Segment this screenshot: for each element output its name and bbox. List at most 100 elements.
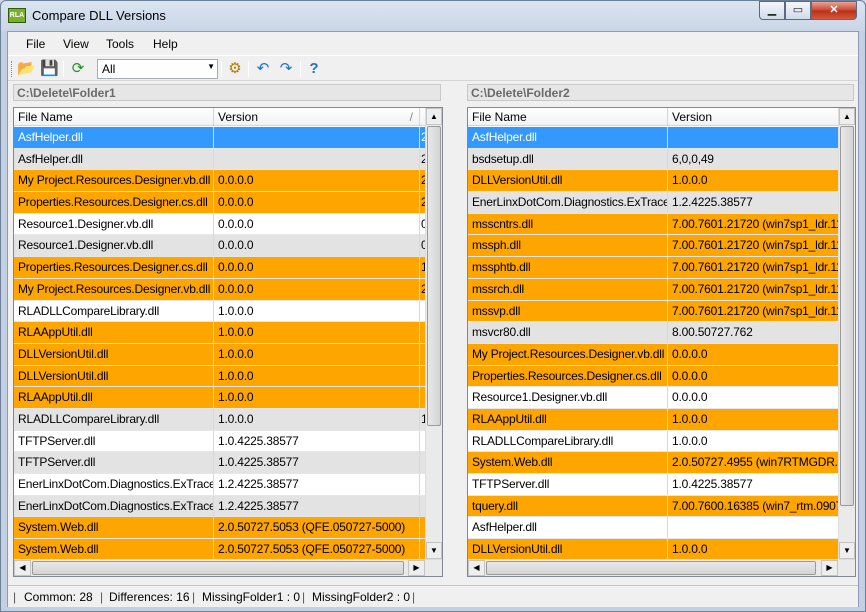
menu-file[interactable]: File <box>26 37 45 51</box>
file-name-cell: RLAAppUtil.dll <box>14 387 214 409</box>
table-row[interactable]: AsfHelper.dll2 <box>14 127 426 149</box>
compare-icon[interactable]: ⚙ <box>226 60 244 78</box>
table-row[interactable]: bsdsetup.dll 6,0,0,49 <box>468 148 839 171</box>
right-col-file-name[interactable]: File Name <box>468 108 668 126</box>
table-row[interactable]: Resource1.Designer.vb.dll0.0.0.00 <box>14 213 426 236</box>
table-row[interactable]: RLAAppUtil.dll 1.0.0.0 <box>468 408 839 431</box>
table-row[interactable]: EnerLinxDotCom.Diagnostics.ExTrace.dll 1.… <box>14 474 426 496</box>
table-row[interactable]: RLADLLCompareLibrary.dll 1.0.0.0 <box>14 300 426 323</box>
right-hscroll-thumb[interactable] <box>486 561 816 575</box>
table-row[interactable]: AsfHelper.dll2 <box>14 148 426 171</box>
table-row[interactable]: RLADLLCompareLibrary.dll 1.0.0.0 <box>468 430 839 453</box>
scroll-right-arrow-icon[interactable]: ▶ <box>408 560 425 576</box>
table-row[interactable]: DLLVersionUtil.dll 1.0.0.0 <box>468 170 839 193</box>
table-row[interactable]: DLLVersionUtil.dll 1.0.0.0 <box>14 343 426 366</box>
table-row[interactable]: Properties.Resources.Designer.cs.dll 0.0.… <box>14 257 426 279</box>
scroll-up-arrow-icon[interactable]: ▲ <box>839 108 855 125</box>
table-row[interactable]: RLADLLCompareLibrary.dll1.0.0.01 <box>14 408 426 431</box>
table-row[interactable]: EnerLinxDotCom.Diagnostics.ExTrace.dll 1.… <box>14 495 426 518</box>
table-row[interactable]: AsfHelper.dll <box>468 517 839 540</box>
save-icon[interactable]: 💾 <box>40 60 59 78</box>
status-separator: | <box>192 590 196 604</box>
version-cell: 1.0.4225.38577 <box>214 430 420 452</box>
version-cell: 1.0.0.0 <box>214 300 420 322</box>
table-row[interactable]: AsfHelper.dll <box>468 127 839 149</box>
file-name-cell: RLADLLCompareLibrary.dll <box>14 408 214 430</box>
scroll-right-arrow-icon[interactable]: ▶ <box>821 560 838 576</box>
table-row[interactable]: My Project.Resources.Designer.vb.dll 0.0.… <box>14 278 426 301</box>
open-folder-icon[interactable]: 📂 <box>17 60 36 78</box>
panel-splitter[interactable] <box>444 107 464 577</box>
left-file-grid[interactable]: File Name Version / AsfHelper.dll2AsfHel… <box>13 107 443 577</box>
redo-icon[interactable]: ↷ <box>277 60 295 78</box>
file-name-cell: tquery.dll <box>468 495 668 517</box>
table-row[interactable]: System.Web.dll 2.0.50727.5053 (QFE.050727… <box>14 517 426 540</box>
left-col-version[interactable]: Version / <box>214 108 420 126</box>
table-row[interactable]: tquery.dll7.00.7600.16385 (win7_rtm.0907… <box>468 495 839 518</box>
maximize-button[interactable]: ▭ <box>785 1 811 20</box>
right-vscroll-thumb[interactable] <box>840 126 854 506</box>
table-row[interactable]: System.Web.dll 2.0.50727.4955 (win7RTMGDR… <box>468 452 839 474</box>
version-cell <box>668 517 839 539</box>
table-row[interactable]: System.Web.dll 2.0.50727.5053 (QFE.050727… <box>14 539 426 561</box>
table-row[interactable]: DLLVersionUtil.dll 1.0.0.0 <box>14 365 426 388</box>
menu-view[interactable]: View <box>63 37 89 51</box>
table-row[interactable]: Resource1.Designer.vb.dll 0.0.0.0 <box>468 387 839 409</box>
scroll-up-arrow-icon[interactable]: ▲ <box>426 108 442 125</box>
table-row[interactable]: My Project.Resources.Designer.vb.dll 0.0.… <box>468 343 839 366</box>
left-rows: AsfHelper.dll2AsfHelper.dll2My Project.R… <box>14 127 426 561</box>
version-cell: 1.0.0.0 <box>214 322 420 344</box>
table-row[interactable]: DLLVersionUtil.dll 1.0.0.0 <box>468 539 839 561</box>
table-row[interactable]: Resource1.Designer.vb.dll0.0.0.00 <box>14 235 426 258</box>
table-row[interactable]: EnerLinxDotCom.Diagnostics.ExTrace.dll 1.… <box>468 192 839 214</box>
undo-icon[interactable]: ↶ <box>254 60 272 78</box>
table-row[interactable]: TFTPServer.dll 1.0.4225.38577 <box>14 452 426 474</box>
scroll-down-arrow-icon[interactable]: ▼ <box>839 542 855 559</box>
menu-bar: File View Tools Help <box>8 34 858 54</box>
file-name-cell: My Project.Resources.Designer.vb.dll <box>14 170 214 192</box>
toolbar-grip[interactable] <box>11 61 13 77</box>
left-col-file-name[interactable]: File Name <box>14 108 214 126</box>
scroll-down-arrow-icon[interactable]: ▼ <box>426 542 442 559</box>
right-horizontal-scrollbar[interactable]: ◀ ▶ <box>468 559 855 576</box>
table-row[interactable]: My Project.Resources.Designer.vb.dll 0.0.… <box>14 170 426 193</box>
help-icon[interactable]: ? <box>305 60 323 78</box>
version-cell: 0.0.0.0 <box>214 235 420 257</box>
left-hscroll-thumb[interactable] <box>32 561 404 575</box>
scroll-left-arrow-icon[interactable]: ◀ <box>468 560 485 576</box>
right-folder-path: C:\Delete\Folder2 <box>467 84 854 101</box>
filter-dropdown[interactable]: All ▼ <box>97 59 218 79</box>
table-row[interactable]: TFTPServer.dll 1.0.4225.38577 <box>14 430 426 453</box>
left-vertical-scrollbar[interactable]: ▲ ▼ <box>425 108 442 559</box>
file-name-cell: AsfHelper.dll <box>14 148 214 170</box>
file-name-cell: mssph.dll <box>468 235 668 257</box>
table-row[interactable]: msvcr80.dll 8.00.50727.762 <box>468 322 839 344</box>
file-name-cell: EnerLinxDotCom.Diagnostics.ExTrace.dll <box>14 474 214 495</box>
scroll-left-arrow-icon[interactable]: ◀ <box>14 560 31 576</box>
table-row[interactable]: mssph.dll 7.00.7601.21720 (win7sp1_ldr.11… <box>468 235 839 258</box>
app-window: RLA Compare DLL Versions ▁ ▭ ✕ File View… <box>0 0 866 612</box>
right-file-grid[interactable]: File Name Version AsfHelper.dll bsdsetup.… <box>467 107 856 577</box>
refresh-icon[interactable]: ⟳ <box>69 60 87 78</box>
table-row[interactable]: RLAAppUtil.dll 1.0.0.0 <box>14 322 426 344</box>
left-horizontal-scrollbar[interactable]: ◀ ▶ <box>14 559 442 576</box>
table-row[interactable]: msscntrs.dll 7.00.7601.21720 (win7sp1_ldr… <box>468 213 839 236</box>
table-row[interactable]: Properties.Resources.Designer.cs.dll 0.0.… <box>468 365 839 388</box>
table-row[interactable]: TFTPServer.dll 1.0.4225.38577 <box>468 474 839 496</box>
close-button[interactable]: ✕ <box>811 1 857 20</box>
left-vscroll-thumb[interactable] <box>427 126 441 426</box>
table-row[interactable]: mssvp.dll 7.00.7601.21720 (win7sp1_ldr.11… <box>468 300 839 323</box>
right-vertical-scrollbar[interactable]: ▲ ▼ <box>838 108 855 559</box>
table-row[interactable]: mssrch.dll 7.00.7601.21720 (win7sp1_ldr.1… <box>468 278 839 301</box>
minimize-button[interactable]: ▁ <box>759 1 785 20</box>
version-cell: 1.0.0.0 <box>214 365 420 387</box>
table-row[interactable]: Properties.Resources.Designer.cs.dll 0.0.… <box>14 192 426 214</box>
menu-tools[interactable]: Tools <box>106 37 134 51</box>
table-row[interactable]: RLAAppUtil.dll 1.0.0.0 <box>14 387 426 409</box>
file-name-cell: DLLVersionUtil.dll <box>468 539 668 561</box>
right-col-version[interactable]: Version <box>668 108 839 126</box>
menu-help[interactable]: Help <box>153 37 178 51</box>
file-name-cell: TFTPServer.dll <box>468 474 668 495</box>
table-row[interactable]: mssphtb.dll 7.00.7601.21720 (win7sp1_ldr.… <box>468 257 839 279</box>
title-bar[interactable]: RLA Compare DLL Versions ▁ ▭ ✕ <box>1 1 865 31</box>
